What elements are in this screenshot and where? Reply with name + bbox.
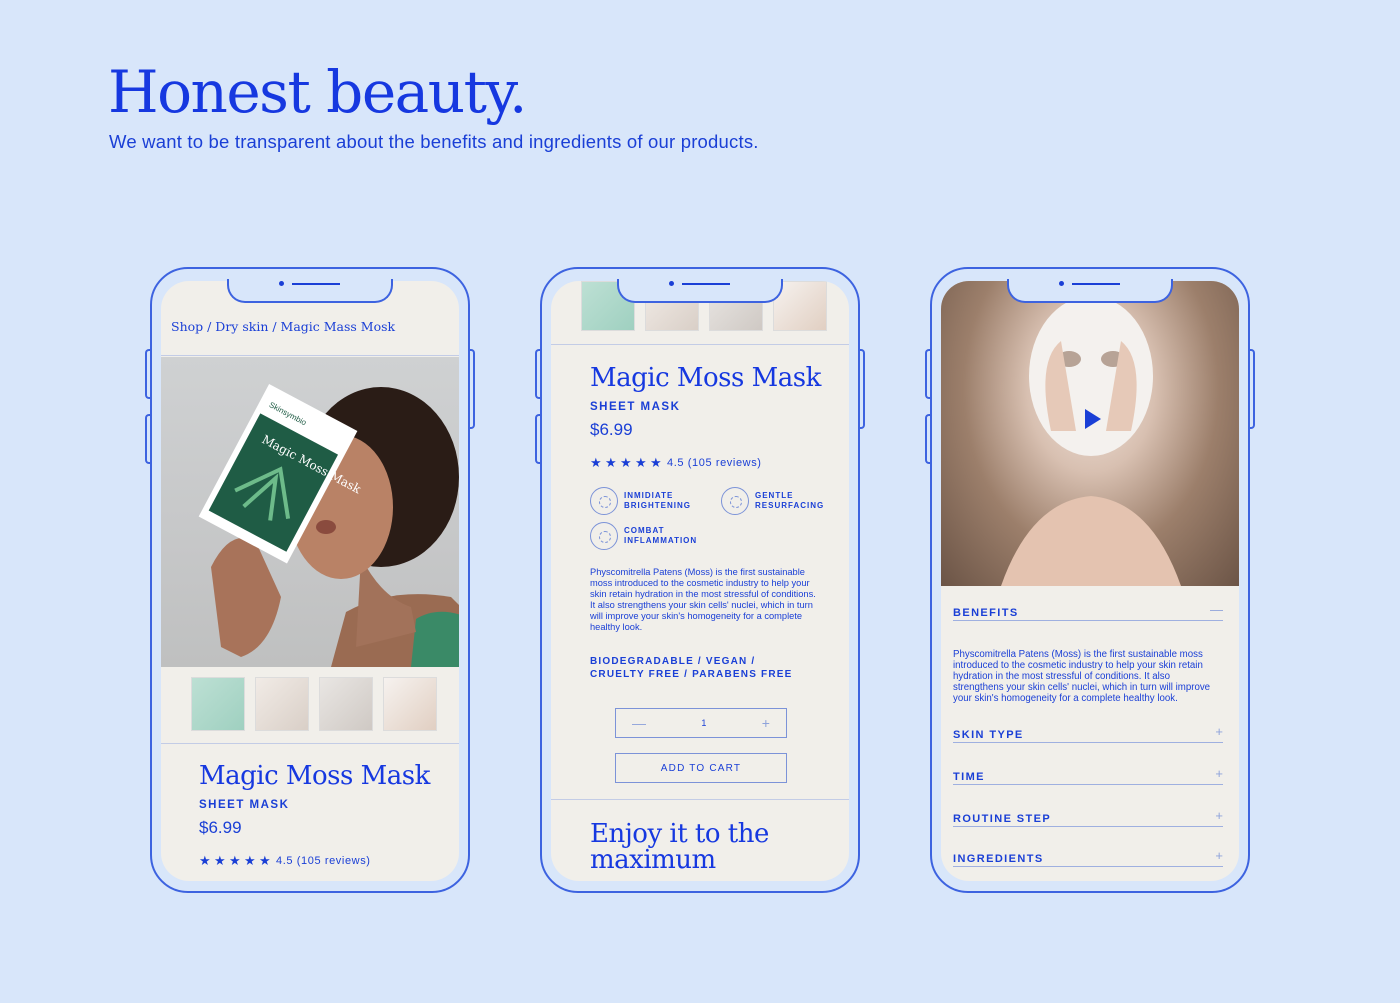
star-icon: ★ bbox=[635, 455, 648, 470]
phone-notch bbox=[227, 279, 393, 303]
benefit-badge-inflammation: COMBAT INFLAMMATION bbox=[590, 522, 697, 550]
phone-mockup-video: BENEFITS — Physcomitrella Patens (Moss) … bbox=[925, 267, 1255, 893]
expand-icon[interactable]: + bbox=[1215, 767, 1223, 780]
star-icon: ★ bbox=[605, 455, 618, 470]
accordion-time[interactable]: TIME + bbox=[953, 765, 1223, 785]
section-heading: Enjoy it to the maximum bbox=[590, 819, 769, 875]
benefit-badge-brightening: INMIDIATE BRIGHTENING bbox=[590, 487, 691, 515]
benefits-text: Physcomitrella Patens (Moss) is the firs… bbox=[953, 649, 1211, 704]
product-description: Physcomitrella Patens (Moss) is the firs… bbox=[590, 567, 816, 632]
star-icon: ★ bbox=[650, 455, 663, 470]
star-icon: ★ bbox=[244, 853, 257, 868]
accordion-routine-step[interactable]: ROUTINE STEP + bbox=[953, 807, 1223, 827]
hero-title: Honest beauty. bbox=[108, 58, 527, 126]
brightening-icon bbox=[590, 487, 618, 515]
phone-notch bbox=[617, 279, 783, 303]
product-title: Magic Moss Mask bbox=[590, 363, 821, 393]
power-button bbox=[1250, 349, 1255, 429]
volume-down-button bbox=[535, 414, 540, 464]
phone-notch bbox=[1007, 279, 1173, 303]
volume-up-button bbox=[145, 349, 150, 399]
add-to-cart-button[interactable]: ADD TO CART bbox=[615, 753, 787, 783]
phone-screen: Shop / Dry skin / Magic Mass Mosk Magic … bbox=[161, 281, 459, 881]
thumbnail-packet[interactable] bbox=[191, 677, 245, 731]
star-icon: ★ bbox=[590, 455, 603, 470]
rating-text: 4.5 (105 reviews) bbox=[667, 456, 762, 469]
product-price: $6.99 bbox=[199, 818, 242, 837]
thumbnail-face[interactable] bbox=[383, 677, 437, 731]
divider bbox=[551, 344, 849, 345]
breadcrumb[interactable]: Shop / Dry skin / Magic Mass Mosk bbox=[171, 319, 395, 334]
phone-screen: Magic Moss Mask SHEET MASK $6.99 ★ ★ ★ ★… bbox=[551, 281, 849, 881]
quantity-stepper[interactable]: — 1 + bbox=[615, 708, 787, 738]
video-player[interactable] bbox=[941, 281, 1239, 586]
phone-screen: BENEFITS — Physcomitrella Patens (Moss) … bbox=[941, 281, 1239, 881]
volume-up-button bbox=[535, 349, 540, 399]
volume-down-button bbox=[925, 414, 930, 464]
expand-icon[interactable]: + bbox=[1215, 725, 1223, 738]
star-icon: ★ bbox=[229, 853, 242, 868]
product-price: $6.99 bbox=[590, 420, 633, 439]
plus-button[interactable]: + bbox=[762, 715, 770, 731]
divider bbox=[161, 743, 459, 744]
product-title: Magic Moss Mask bbox=[199, 761, 430, 791]
collapse-icon[interactable]: — bbox=[1210, 603, 1223, 616]
accordion-skin-type[interactable]: SKIN TYPE + bbox=[953, 723, 1223, 743]
minus-button[interactable]: — bbox=[632, 715, 646, 731]
volume-down-button bbox=[145, 414, 150, 464]
product-hero-image[interactable]: Magic Moss Mask Skinsymbio bbox=[161, 357, 459, 667]
play-icon[interactable] bbox=[1085, 409, 1101, 429]
divider bbox=[161, 355, 459, 356]
star-icon: ★ bbox=[214, 853, 227, 868]
thumbnail-hand[interactable] bbox=[255, 677, 309, 731]
hero-subtitle: We want to be transparent about the bene… bbox=[109, 131, 759, 152]
product-rating[interactable]: ★ ★ ★ ★ ★ 4.5 (105 reviews) bbox=[590, 456, 762, 469]
star-icon: ★ bbox=[620, 455, 633, 470]
accordion-ingredients[interactable]: INGREDIENTS + bbox=[953, 847, 1223, 867]
accordion-benefits[interactable]: BENEFITS — bbox=[953, 601, 1223, 621]
resurfacing-icon bbox=[721, 487, 749, 515]
expand-icon[interactable]: + bbox=[1215, 809, 1223, 822]
model-illustration: Magic Moss Mask Skinsymbio bbox=[198, 384, 459, 667]
inflammation-icon bbox=[590, 522, 618, 550]
thumbnail-mask[interactable] bbox=[319, 677, 373, 731]
video-frame bbox=[1001, 296, 1181, 586]
power-button bbox=[470, 349, 475, 429]
power-button bbox=[860, 349, 865, 429]
volume-up-button bbox=[925, 349, 930, 399]
star-icon: ★ bbox=[199, 853, 212, 868]
product-rating[interactable]: ★ ★ ★ ★ ★ 4.5 (105 reviews) bbox=[199, 854, 371, 867]
benefit-badge-resurfacing: GENTLE RESURFACING bbox=[721, 487, 824, 515]
divider bbox=[551, 799, 849, 800]
phone-mockup-product: Shop / Dry skin / Magic Mass Mosk Magic … bbox=[145, 267, 475, 893]
phone-mockup-details: Magic Moss Mask SHEET MASK $6.99 ★ ★ ★ ★… bbox=[535, 267, 865, 893]
product-attributes: BIODEGRADABLE / VEGAN / CRUELTY FREE / P… bbox=[590, 656, 793, 680]
product-type: SHEET MASK bbox=[199, 799, 290, 811]
star-icon: ★ bbox=[259, 853, 272, 868]
thumbnail-strip bbox=[191, 677, 437, 731]
quantity-value[interactable]: 1 bbox=[701, 718, 706, 728]
product-type: SHEET MASK bbox=[590, 401, 681, 413]
expand-icon[interactable]: + bbox=[1215, 849, 1223, 862]
rating-text: 4.5 (105 reviews) bbox=[276, 854, 371, 867]
